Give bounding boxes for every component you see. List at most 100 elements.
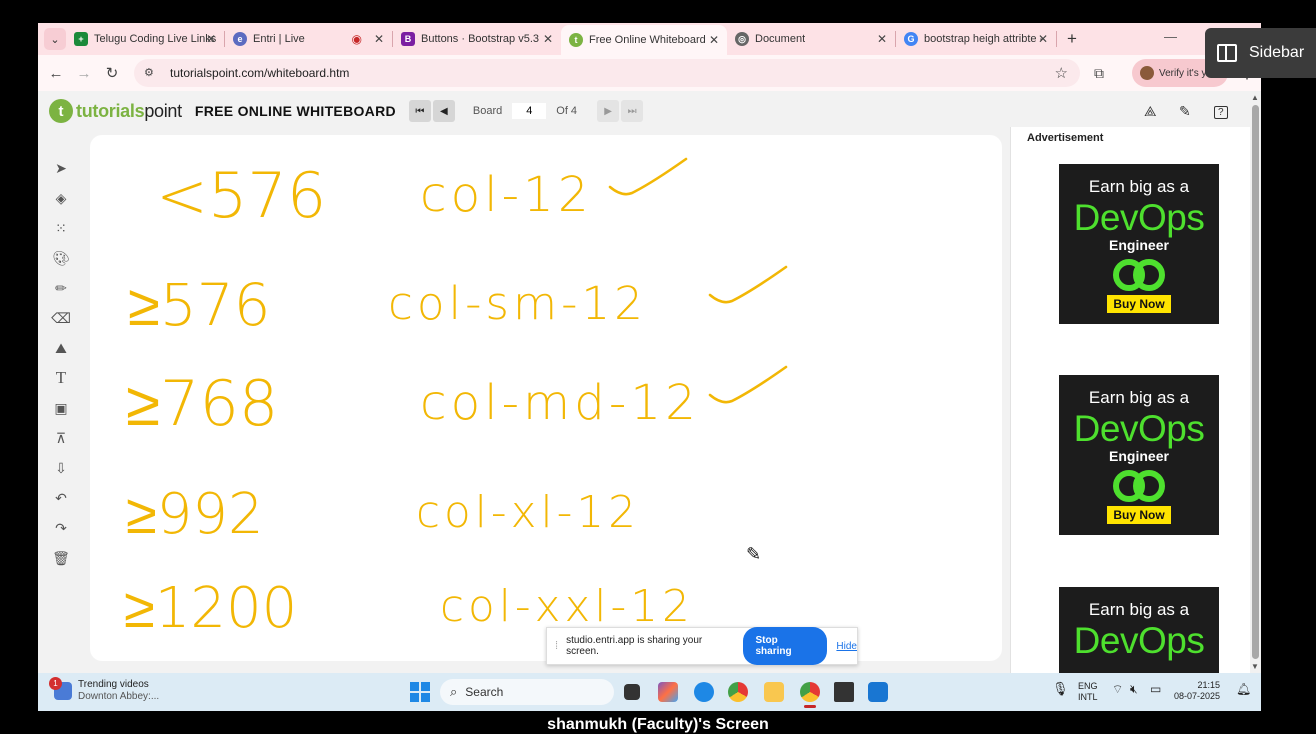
taskbar-search[interactable]: ⌕ Search <box>440 679 614 705</box>
widgets-button[interactable]: 1 Trending videos Downton Abbey:... <box>49 677 160 703</box>
address-bar[interactable]: ⚙ tutorialspoint.com/whiteboard.htm ☆ <box>134 59 1080 87</box>
drag-handle-icon[interactable]: ⁞ <box>555 640 558 652</box>
fill-icon[interactable]: ⛰︎ <box>50 333 72 363</box>
url-text[interactable]: tutorialspoint.com/whiteboard.htm <box>170 66 349 80</box>
close-icon[interactable]: ✕ <box>374 32 384 46</box>
pointer-icon[interactable]: ➤ <box>50 153 72 183</box>
tab-entri-live[interactable]: e Entri | Live ◉ ✕ <box>225 23 392 55</box>
wifi-icon[interactable]: ⌔ <box>1112 683 1123 695</box>
copilot-icon[interactable] <box>658 682 678 702</box>
shapes-icon[interactable]: ⟁ <box>1144 103 1157 120</box>
ad-banner[interactable]: Earn big as a DevOps Engineer Buy Now <box>1059 375 1219 535</box>
news-icon: 1 <box>49 677 72 700</box>
windows-start-icon[interactable] <box>410 682 430 702</box>
infinity-icon <box>1111 470 1167 502</box>
pencil-cursor-icon: ✎ <box>746 544 762 564</box>
undo-icon[interactable]: ↶ <box>50 483 72 513</box>
close-icon[interactable]: ✕ <box>877 32 887 46</box>
trash-icon[interactable]: 🗑︎ <box>50 543 72 573</box>
buy-now-button[interactable]: Buy Now <box>1107 295 1171 313</box>
buy-now-button[interactable]: Buy Now <box>1107 506 1171 524</box>
redo-icon[interactable]: ↷ <box>50 513 72 543</box>
chrome-profile-icon[interactable] <box>800 682 820 708</box>
back-icon[interactable]: ← <box>42 65 70 82</box>
ad-line: Earn big as a <box>1088 600 1190 619</box>
bookmark-star-icon[interactable]: ☆ <box>1055 64 1068 82</box>
first-board-button[interactable]: ⏮ <box>408 100 431 122</box>
ad-banner[interactable]: Earn big as a DevOps Engineer Buy Now <box>1059 164 1219 324</box>
sidebar-toggle-button[interactable]: Sidebar <box>1205 28 1316 78</box>
file-explorer-icon[interactable] <box>764 682 784 702</box>
last-board-button[interactable]: ⏭ <box>621 100 644 122</box>
presentation-icon[interactable]: ⊼ <box>50 423 72 453</box>
close-icon[interactable]: ✕ <box>709 33 719 47</box>
scroll-up-icon[interactable]: ▲ <box>1251 93 1259 102</box>
text-icon[interactable]: T <box>50 363 72 393</box>
minimize-icon[interactable]: — <box>1164 29 1177 44</box>
screen-owner-caption: shanmukh (Faculty)'s Screen <box>547 716 769 733</box>
ad-banner[interactable]: Earn big as a DevOps <box>1059 587 1219 673</box>
board-number-input[interactable] <box>512 103 547 119</box>
terminal-icon[interactable] <box>834 682 854 702</box>
close-icon[interactable]: ✕ <box>206 32 216 46</box>
edge-icon[interactable] <box>694 682 714 702</box>
tab-title: Buttons · Bootstrap v5.3 <box>421 33 540 45</box>
whiteboard-page: t tutorialspoint FREE ONLINE WHITEBOARD … <box>38 91 1261 673</box>
handwritten-breakpoint: <576 <box>156 159 326 232</box>
page-scrollbar[interactable]: ▲ ▼ <box>1250 91 1261 673</box>
scroll-thumb[interactable] <box>1252 105 1259 659</box>
tutorialspoint-icon: t <box>569 33 583 47</box>
tab-bootstrap-buttons[interactable]: B Buttons · Bootstrap v5.3 ✕ <box>393 23 561 55</box>
tab-google-search[interactable]: G bootstrap heigh attribte - V ✕ <box>896 23 1056 55</box>
language-indicator[interactable]: ENG INTL <box>1078 681 1098 703</box>
close-icon[interactable]: ✕ <box>1038 32 1048 46</box>
grid-icon[interactable]: ⁙ <box>50 213 72 243</box>
ad-line: Earn big as a <box>1088 388 1190 407</box>
microphone-icon[interactable]: 🎙︎ <box>1052 682 1069 695</box>
handwritten-class: col-md-12 <box>420 375 700 431</box>
extensions-icon[interactable]: ⧉ <box>1094 65 1104 82</box>
edit-icon[interactable]: ✎ <box>1179 103 1191 120</box>
stop-sharing-button[interactable]: Stop sharing <box>743 627 828 665</box>
new-tab-button[interactable]: + <box>1067 29 1077 49</box>
close-icon[interactable]: ✕ <box>543 32 553 46</box>
handwritten-checkmark <box>608 157 688 196</box>
sheets-icon: + <box>74 32 88 46</box>
vscode-icon[interactable] <box>868 682 888 702</box>
pencil-icon[interactable]: ✏︎ <box>50 273 72 303</box>
tutorialspoint-logo[interactable]: t tutorialspoint <box>49 99 182 123</box>
system-clock[interactable]: 21:15 08-07-2025 <box>1174 680 1220 702</box>
trending-subtitle: Downton Abbey:... <box>78 691 160 702</box>
volume-muted-icon[interactable]: 🔇︎ <box>1130 683 1138 695</box>
sidebar-label: Sidebar <box>1249 44 1305 61</box>
tab-search-button[interactable]: ⌄ <box>44 28 66 50</box>
handwritten-breakpoint: ≥576 <box>128 271 271 339</box>
tab-telugu-coding[interactable]: + Telugu Coding Live Links S ✕ <box>66 23 224 55</box>
layers-add-icon[interactable]: ◈ <box>50 183 72 213</box>
screen-share-bar: ⁞ studio.entri.app is sharing your scree… <box>546 627 858 665</box>
ad-headline: DevOps <box>1073 197 1205 238</box>
help-icon[interactable]: ? <box>1214 106 1228 119</box>
hide-link[interactable]: Hide <box>836 641 857 652</box>
sidebar-icon <box>1217 44 1237 62</box>
whiteboard-canvas[interactable]: <576 col-12 ≥576 col-sm-12 ≥768 col-md-12 ≥992… <box>90 135 1002 665</box>
forward-icon[interactable]: → <box>70 65 98 82</box>
tab-document[interactable]: ◎ Document ✕ <box>727 23 895 55</box>
chrome-icon[interactable] <box>728 682 748 702</box>
scroll-down-icon[interactable]: ▼ <box>1251 662 1259 671</box>
task-view-icon[interactable] <box>624 684 640 700</box>
reload-icon[interactable]: ↻ <box>98 64 126 82</box>
palette-icon[interactable]: 🎨︎ <box>50 243 72 273</box>
download-icon[interactable]: ⇩ <box>50 453 72 483</box>
eraser-icon[interactable]: ⌫ <box>50 303 72 333</box>
prev-board-button[interactable]: ◀ <box>432 100 455 122</box>
image-icon[interactable]: ▣ <box>50 393 72 423</box>
battery-icon[interactable]: ▭ <box>1150 683 1161 695</box>
next-board-button[interactable]: ▶ <box>597 100 620 122</box>
whiteboard-header: t tutorialspoint FREE ONLINE WHITEBOARD … <box>38 91 1010 131</box>
shared-screen: ⌄ + Telugu Coding Live Links S ✕ e Entri… <box>38 23 1261 711</box>
tab-free-online-whiteboard[interactable]: t Free Online Whiteboard ✕ <box>561 25 727 55</box>
notifications-icon[interactable]: 🔔︎ <box>1236 683 1251 695</box>
site-info-icon[interactable]: ⚙ <box>144 66 160 80</box>
notification-badge: 1 <box>49 677 62 690</box>
